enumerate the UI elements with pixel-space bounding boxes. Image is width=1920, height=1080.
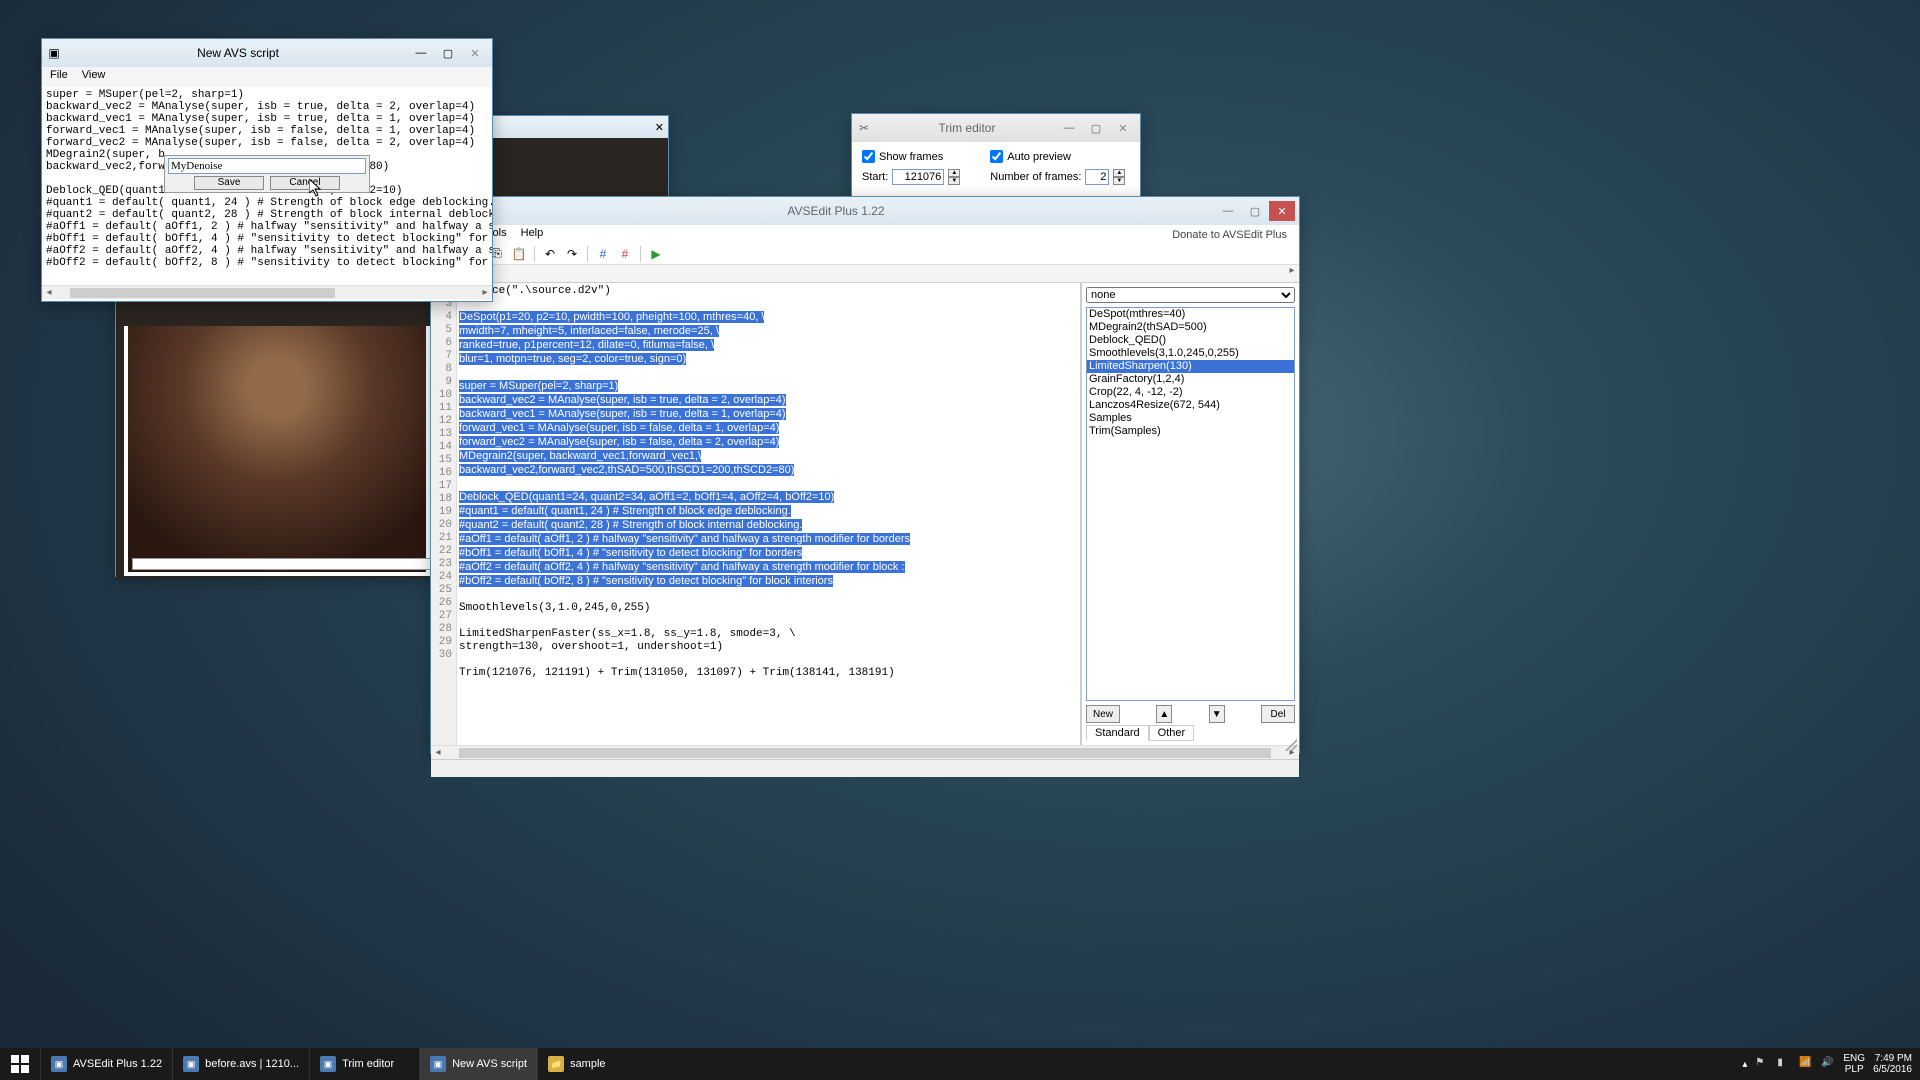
donate-link[interactable]: Donate to AVSEdit Plus: [1172, 229, 1287, 241]
app-icon: ▣: [51, 1056, 67, 1072]
tray-chevron-icon[interactable]: ▴: [1742, 1059, 1747, 1070]
volume-icon[interactable]: 🔊: [1821, 1057, 1835, 1071]
code-editor[interactable]: 2Source(".\source.d2v") DeSpot(p1=20, p2…: [457, 283, 1080, 745]
maximize-icon[interactable]: ▢: [1242, 201, 1268, 221]
del-button[interactable]: Del: [1261, 705, 1295, 723]
undo-icon[interactable]: ↶: [541, 245, 559, 263]
avs-menubar: File View: [42, 67, 492, 87]
save-button[interactable]: Save: [194, 176, 264, 190]
side-panel: none DeSpot(mthres=40)MDegrain2(thSAD=50…: [1081, 283, 1299, 745]
minimize-icon[interactable]: —: [1215, 201, 1241, 221]
trim-editor-window[interactable]: ✂ Trim editor — ▢ ✕ Show frames Start: ▲…: [851, 113, 1141, 198]
system-tray[interactable]: ▴ ⚑ ▮ 📶 🔊 ENG PLP 7:49 PM 6/5/2016: [1734, 1053, 1920, 1075]
taskbar-task[interactable]: 📁sample: [537, 1048, 647, 1080]
tab-scroll-right[interactable]: ▸: [1285, 265, 1299, 282]
tray-lang2[interactable]: PLP: [1843, 1064, 1865, 1075]
menu-view[interactable]: View: [82, 69, 106, 85]
filter-list[interactable]: DeSpot(mthres=40)MDegrain2(thSAD=500)Deb…: [1086, 307, 1295, 701]
maximize-icon[interactable]: ▢: [435, 43, 461, 63]
minimize-icon[interactable]: —: [1056, 118, 1082, 138]
move-down-button[interactable]: ▼: [1209, 705, 1225, 723]
paste-icon[interactable]: 📋: [510, 245, 528, 263]
close-icon[interactable]: ✕: [655, 121, 664, 134]
app-icon: ✂: [856, 120, 872, 136]
start-field: Start: ▲▼: [862, 169, 960, 185]
main-menubar: Video Tools Help: [431, 225, 1299, 243]
taskbar-task[interactable]: ▣AVSEdit Plus 1.22: [40, 1048, 172, 1080]
list-item[interactable]: Deblock_QED(): [1087, 334, 1294, 347]
start-button[interactable]: [0, 1048, 40, 1080]
list-item[interactable]: MDegrain2(thSAD=500): [1087, 321, 1294, 334]
taskbar-task[interactable]: ▣New AVS script: [419, 1048, 537, 1080]
move-up-button[interactable]: ▲: [1156, 705, 1172, 723]
close-icon[interactable]: ✕: [1110, 118, 1136, 138]
numframes-input[interactable]: [1085, 169, 1109, 185]
line-gutter: 2 3 4 5 6 7 8 9 10 11 12 13 14 15 16 17 …: [431, 283, 457, 745]
main-title: AVSEdit Plus 1.22: [457, 204, 1215, 218]
folder-icon: 📁: [548, 1056, 564, 1072]
list-item[interactable]: Crop(22, 4, -12, -2): [1087, 386, 1294, 399]
menu-help[interactable]: Help: [521, 227, 544, 241]
video-frame-image: [124, 326, 430, 576]
start-spinner[interactable]: ▲▼: [948, 169, 960, 185]
editor-hscrollbar[interactable]: ◂▸: [431, 745, 1299, 759]
avsedit-main-window[interactable]: ▣ AVSEdit Plus 1.22 — ▢ ✕ Video Tools He…: [430, 196, 1300, 754]
list-item[interactable]: DeSpot(mthres=40): [1087, 308, 1294, 321]
start-input[interactable]: [892, 169, 944, 185]
taskbar-task[interactable]: ▣before.avs | 1210...: [172, 1048, 309, 1080]
list-item[interactable]: Samples: [1087, 412, 1294, 425]
trim-title: Trim editor: [878, 121, 1056, 135]
minimize-icon[interactable]: —: [408, 43, 434, 63]
close-icon[interactable]: ✕: [462, 43, 488, 63]
main-toolbar: 💾 ✂ ⎘ 📋 ↶ ↷ # # ▶: [431, 243, 1299, 265]
trim-titlebar[interactable]: ✂ Trim editor — ▢ ✕: [852, 114, 1140, 142]
tray-lang1[interactable]: ENG: [1843, 1053, 1865, 1064]
play-icon[interactable]: ▶: [647, 245, 665, 263]
editor-tabstrip: *new2 ▸: [431, 265, 1299, 283]
list-item[interactable]: GrainFactory(1,2,4): [1087, 373, 1294, 386]
tab-other[interactable]: Other: [1149, 725, 1195, 741]
tray-icon[interactable]: ⚑: [1755, 1057, 1769, 1071]
cancel-button[interactable]: Cancel: [270, 176, 340, 190]
numframes-spinner[interactable]: ▲▼: [1113, 169, 1125, 185]
numframes-field: Number of frames: ▲▼: [990, 169, 1125, 185]
wifi-icon[interactable]: 📶: [1799, 1057, 1813, 1071]
filter-dropdown[interactable]: none: [1086, 287, 1295, 303]
avs-title: New AVS script: [68, 46, 408, 60]
hash-icon[interactable]: #: [594, 245, 612, 263]
save-dialog[interactable]: Save Cancel: [164, 155, 370, 193]
list-item[interactable]: Smoothlevels(3,1.0,245,0,255): [1087, 347, 1294, 360]
tab-standard[interactable]: Standard: [1086, 725, 1149, 741]
save-name-input[interactable]: [168, 158, 366, 174]
avs-hscrollbar[interactable]: ◂▸: [42, 285, 492, 299]
unhash-icon[interactable]: #: [616, 245, 634, 263]
auto-preview-checkbox[interactable]: Auto preview: [990, 150, 1125, 163]
taskbar: ▣AVSEdit Plus 1.22▣before.avs | 1210...▣…: [0, 1048, 1920, 1080]
show-frames-checkbox[interactable]: Show frames: [862, 150, 960, 163]
app-icon: ▣: [320, 1056, 336, 1072]
close-icon[interactable]: ✕: [1269, 201, 1295, 221]
taskbar-task[interactable]: ▣Trim editor: [309, 1048, 419, 1080]
statusbar: [431, 759, 1299, 777]
network-icon[interactable]: ▮: [1777, 1057, 1791, 1071]
main-titlebar[interactable]: ▣ AVSEdit Plus 1.22 — ▢ ✕: [431, 197, 1299, 225]
app-icon: ▣: [46, 45, 62, 61]
menu-file[interactable]: File: [50, 69, 68, 85]
resize-grip[interactable]: [1285, 739, 1297, 751]
app-icon: ▣: [430, 1056, 446, 1072]
list-item[interactable]: LimitedSharpen(130): [1087, 360, 1294, 373]
new-button[interactable]: New: [1086, 705, 1120, 723]
redo-icon[interactable]: ↷: [563, 245, 581, 263]
list-item[interactable]: Trim(Samples): [1087, 425, 1294, 438]
app-icon: ▣: [183, 1056, 199, 1072]
tray-clock[interactable]: 7:49 PM 6/5/2016: [1873, 1053, 1912, 1075]
list-item[interactable]: Lanczos4Resize(672, 544): [1087, 399, 1294, 412]
avs-titlebar[interactable]: ▣ New AVS script — ▢ ✕: [42, 39, 492, 67]
maximize-icon[interactable]: ▢: [1083, 118, 1109, 138]
